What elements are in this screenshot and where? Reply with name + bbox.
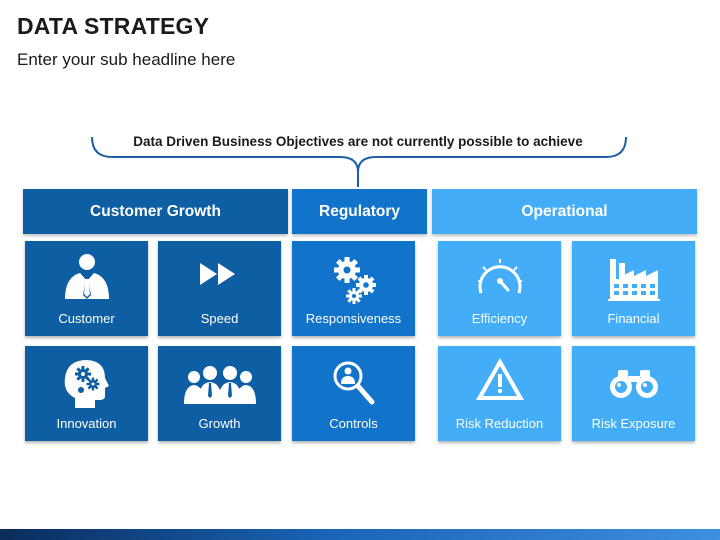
category-customer-growth: Customer Growth (23, 189, 288, 234)
objective-statement: Data Driven Business Objectives are not … (133, 134, 583, 149)
tile-label: Efficiency (471, 311, 528, 326)
tile-label: Risk Reduction (455, 416, 544, 431)
tile-controls: Controls (292, 346, 415, 441)
tile-financial: Financial (572, 241, 695, 336)
tile-efficiency: Efficiency (438, 241, 561, 336)
binoculars-icon (610, 370, 658, 398)
tile-label: Controls (329, 416, 378, 431)
tile-risk-reduction: Risk Reduction (438, 346, 561, 441)
gears-icon (334, 257, 376, 304)
tile-label: Innovation (56, 416, 117, 431)
tile-risk-exposure: Risk Exposure (572, 346, 695, 441)
head-gears-icon (64, 360, 109, 408)
curly-brace (91, 136, 627, 187)
fast-forward-icon (200, 263, 235, 285)
warning-icon (476, 358, 524, 400)
magnifier-person-icon (333, 361, 375, 405)
tile-label: Growth (198, 416, 241, 431)
businessman-icon (65, 254, 109, 299)
category-regulatory: Regulatory (292, 189, 427, 234)
tile-label: Responsiveness (305, 311, 402, 326)
factory-icon (608, 259, 660, 301)
team-icon (184, 366, 256, 404)
footer-bar (0, 529, 720, 540)
tile-customer: Customer (25, 241, 148, 336)
category-operational: Operational (432, 189, 697, 234)
tile-label: Customer (58, 311, 115, 326)
tile-label: Risk Exposure (591, 416, 676, 431)
tile-growth: Growth (158, 346, 281, 441)
tile-responsiveness: Responsiveness (292, 241, 415, 336)
speedometer-icon (478, 259, 522, 294)
tile-speed: Speed (158, 241, 281, 336)
tile-innovation: Innovation (25, 346, 148, 441)
tile-label: Speed (200, 311, 239, 326)
tile-label: Financial (607, 311, 660, 326)
